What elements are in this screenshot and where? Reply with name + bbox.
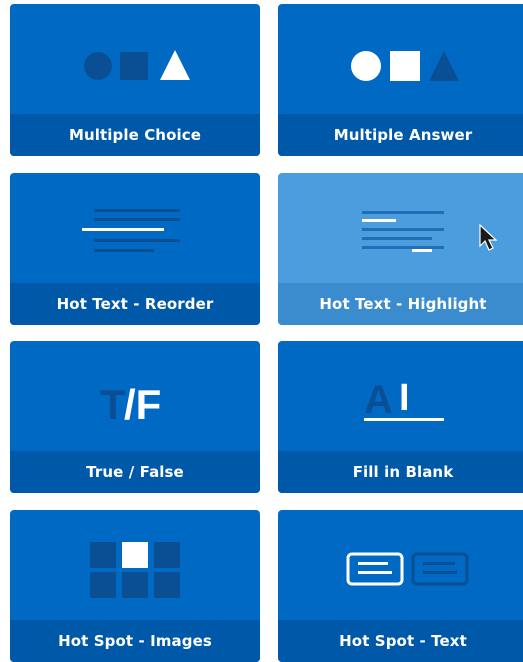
tile-label: Hot Text - Reorder xyxy=(10,283,260,325)
tile-label: Fill in Blank xyxy=(278,451,523,493)
tile-fill-in-blank[interactable]: A I Fill in Blank xyxy=(278,341,523,493)
mouse-pointer-icon xyxy=(479,224,498,251)
tile-multiple-choice[interactable]: Multiple Choice xyxy=(10,4,260,156)
tile-hot-text-reorder[interactable]: Hot Text - Reorder xyxy=(10,173,260,325)
tile-hot-spot-text[interactable]: Hot Spot - Text xyxy=(278,510,523,662)
fill-blank-icon: A I xyxy=(278,341,523,451)
true-false-icon: T /F xyxy=(10,341,260,451)
text-reorder-icon xyxy=(10,173,260,283)
tile-hot-spot-images[interactable]: Hot Spot - Images xyxy=(10,510,260,662)
tile-label: Hot Spot - Text xyxy=(278,620,523,662)
shapes-circle-square-selected-icon xyxy=(278,4,523,114)
tile-label: Multiple Answer xyxy=(278,114,523,156)
shapes-triangle-selected-icon xyxy=(10,4,260,114)
text-boxes-icon xyxy=(278,510,523,620)
false-glyph: /F xyxy=(124,381,161,428)
tile-label: Hot Spot - Images xyxy=(10,620,260,662)
true-glyph: T xyxy=(100,381,126,428)
tile-label: Multiple Choice xyxy=(10,114,260,156)
image-grid-icon xyxy=(10,510,260,620)
tile-true-false[interactable]: T /F True / False xyxy=(10,341,260,493)
tile-label: True / False xyxy=(10,451,260,493)
text-cursor-icon: I xyxy=(399,377,410,419)
tile-multiple-answer[interactable]: Multiple Answer xyxy=(278,4,523,156)
letter-glyph: A xyxy=(364,378,393,422)
tile-label: Hot Text - Highlight xyxy=(278,283,523,325)
